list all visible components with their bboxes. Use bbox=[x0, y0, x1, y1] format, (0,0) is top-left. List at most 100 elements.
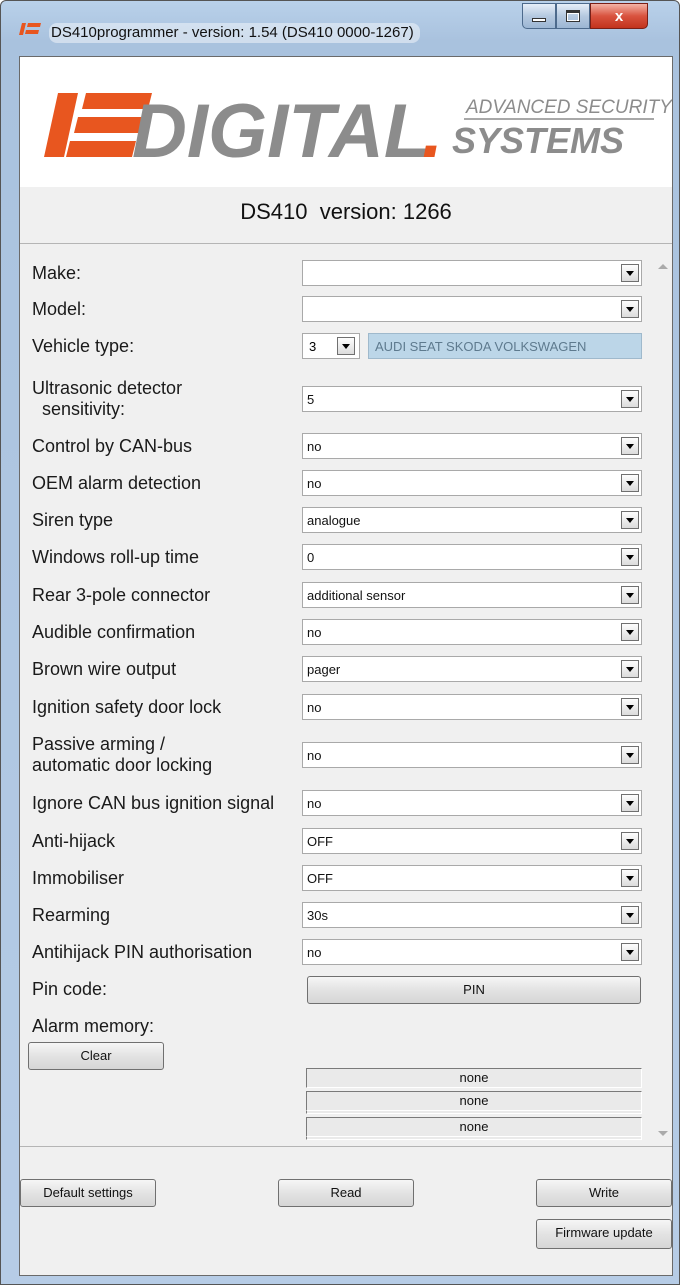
logo-dot: . bbox=[422, 89, 443, 174]
chevron-down-icon[interactable] bbox=[337, 337, 355, 355]
oem-alarm-label: OEM alarm detection bbox=[32, 473, 202, 493]
rear-connector-label: Rear 3-pole connector bbox=[32, 585, 211, 605]
alarm-memory-entry: none bbox=[306, 1117, 642, 1137]
model-select[interactable] bbox=[302, 296, 642, 322]
passive-arming-value: no bbox=[307, 748, 322, 763]
read-button[interactable]: Read bbox=[278, 1179, 414, 1207]
can-control-select[interactable]: no bbox=[302, 433, 642, 459]
can-control-value: no bbox=[307, 439, 322, 454]
ultrasonic-label-line2: sensitivity: bbox=[42, 399, 126, 419]
pin-button[interactable]: PIN bbox=[307, 976, 641, 1004]
can-control-label: Control by CAN-bus bbox=[32, 436, 193, 456]
chevron-down-icon[interactable] bbox=[621, 660, 639, 678]
ignore-can-label: Ignore CAN bus ignition signal bbox=[32, 793, 275, 813]
chevron-down-icon[interactable] bbox=[621, 869, 639, 887]
rearming-label: Rearming bbox=[32, 905, 111, 925]
logo-brand-text: DIGITAL bbox=[132, 89, 430, 174]
chevron-down-icon[interactable] bbox=[621, 437, 639, 455]
device-name: DS410 bbox=[240, 199, 308, 224]
vehicle-type-value: 3 bbox=[309, 339, 317, 354]
app-window: DS410programmer - version: 1.54 (DS410 0… bbox=[0, 0, 680, 1285]
oem-alarm-select[interactable]: no bbox=[302, 470, 642, 496]
maximize-icon bbox=[566, 10, 580, 22]
device-version-title: DS410 version: 1266 bbox=[20, 199, 672, 225]
settings-panel: Make: Model: Vehicle type: 3 AUDI SEAT S… bbox=[20, 243, 672, 1147]
audible-label: Audible confirmation bbox=[32, 622, 196, 642]
audible-select[interactable]: no bbox=[302, 619, 642, 645]
brown-wire-select[interactable]: pager bbox=[302, 656, 642, 682]
vehicle-type-label: Vehicle type: bbox=[32, 336, 135, 356]
chevron-down-icon[interactable] bbox=[621, 746, 639, 764]
minimize-icon bbox=[532, 18, 546, 22]
brown-wire-label: Brown wire output bbox=[32, 659, 177, 679]
chevron-down-icon[interactable] bbox=[621, 794, 639, 812]
model-label: Model: bbox=[32, 299, 87, 319]
ignore-can-select[interactable]: no bbox=[302, 790, 642, 816]
window-controls: x bbox=[522, 3, 648, 29]
rear-connector-value: additional sensor bbox=[307, 588, 406, 603]
anti-hijack-select[interactable]: OFF bbox=[302, 828, 642, 854]
windows-label: Windows roll-up time bbox=[32, 547, 200, 567]
brown-wire-value: pager bbox=[307, 662, 341, 677]
siren-value: analogue bbox=[307, 513, 361, 528]
vehicle-type-select[interactable]: 3 bbox=[302, 333, 360, 359]
chevron-down-icon[interactable] bbox=[621, 698, 639, 716]
ignition-lock-select[interactable]: no bbox=[302, 694, 642, 720]
chevron-down-icon[interactable] bbox=[621, 832, 639, 850]
vehicle-type-description-text: AUDI SEAT SKODA VOLKSWAGEN bbox=[375, 339, 587, 354]
alarm-memory-entry: none bbox=[306, 1091, 642, 1111]
client-area: DIGITAL . ADVANCED SECURITY SYSTEMS DS41… bbox=[19, 56, 673, 1276]
chevron-down-icon[interactable] bbox=[621, 264, 639, 282]
vertical-scrollbar[interactable] bbox=[654, 244, 672, 1146]
ultrasonic-select[interactable]: 5 bbox=[302, 386, 642, 412]
alarm-memory-label: Alarm memory: bbox=[32, 1016, 155, 1036]
scroll-down-arrow-icon[interactable] bbox=[658, 1131, 668, 1136]
logo-tagline: ADVANCED SECURITY bbox=[465, 97, 672, 118]
chevron-down-icon[interactable] bbox=[621, 943, 639, 961]
chevron-down-icon[interactable] bbox=[621, 623, 639, 641]
windows-value: 0 bbox=[307, 550, 315, 565]
passive-arming-select[interactable]: no bbox=[302, 742, 642, 768]
chevron-down-icon[interactable] bbox=[621, 300, 639, 318]
pin-code-label: Pin code: bbox=[32, 979, 108, 999]
chevron-down-icon[interactable] bbox=[621, 390, 639, 408]
alarm-memory-entry: none bbox=[306, 1068, 642, 1088]
rearming-value: 30s bbox=[307, 908, 328, 923]
siren-select[interactable]: analogue bbox=[302, 507, 642, 533]
audible-value: no bbox=[307, 625, 322, 640]
logo-banner: DIGITAL . ADVANCED SECURITY SYSTEMS bbox=[20, 57, 672, 187]
ultrasonic-value: 5 bbox=[307, 392, 315, 407]
ignition-lock-label: Ignition safety door lock bbox=[32, 697, 222, 717]
ultrasonic-label: Ultrasonic detector sensitivity: bbox=[32, 378, 182, 420]
digital-systems-logo: DIGITAL . ADVANCED SECURITY SYSTEMS bbox=[44, 89, 672, 174]
chevron-down-icon[interactable] bbox=[621, 586, 639, 604]
title-bar[interactable]: DS410programmer - version: 1.54 (DS410 0… bbox=[1, 1, 679, 49]
firmware-update-button[interactable]: Firmware update bbox=[536, 1219, 672, 1249]
pin-auth-value: no bbox=[307, 945, 322, 960]
oem-alarm-value: no bbox=[307, 476, 322, 491]
scroll-up-arrow-icon[interactable] bbox=[658, 264, 668, 269]
pin-auth-select[interactable]: no bbox=[302, 939, 642, 965]
vehicle-type-description: AUDI SEAT SKODA VOLKSWAGEN bbox=[368, 333, 642, 359]
close-button[interactable]: x bbox=[590, 3, 648, 29]
chevron-down-icon[interactable] bbox=[621, 474, 639, 492]
immobiliser-select[interactable]: OFF bbox=[302, 865, 642, 891]
maximize-button[interactable] bbox=[556, 3, 590, 29]
immobiliser-value: OFF bbox=[307, 871, 333, 886]
close-icon: x bbox=[614, 7, 624, 25]
windows-select[interactable]: 0 bbox=[302, 544, 642, 570]
minimize-button[interactable] bbox=[522, 3, 556, 29]
write-button[interactable]: Write bbox=[536, 1179, 672, 1207]
clear-button[interactable]: Clear bbox=[28, 1042, 164, 1070]
chevron-down-icon[interactable] bbox=[621, 906, 639, 924]
rear-connector-select[interactable]: additional sensor bbox=[302, 582, 642, 608]
passive-arming-label-line2: automatic door locking bbox=[32, 755, 213, 775]
app-logo-icon bbox=[19, 23, 41, 35]
default-settings-button[interactable]: Default settings bbox=[20, 1179, 156, 1207]
chevron-down-icon[interactable] bbox=[621, 511, 639, 529]
make-select[interactable] bbox=[302, 260, 642, 286]
rearming-select[interactable]: 30s bbox=[302, 902, 642, 928]
chevron-down-icon[interactable] bbox=[621, 548, 639, 566]
ignition-lock-value: no bbox=[307, 700, 322, 715]
anti-hijack-label: Anti-hijack bbox=[32, 831, 116, 851]
